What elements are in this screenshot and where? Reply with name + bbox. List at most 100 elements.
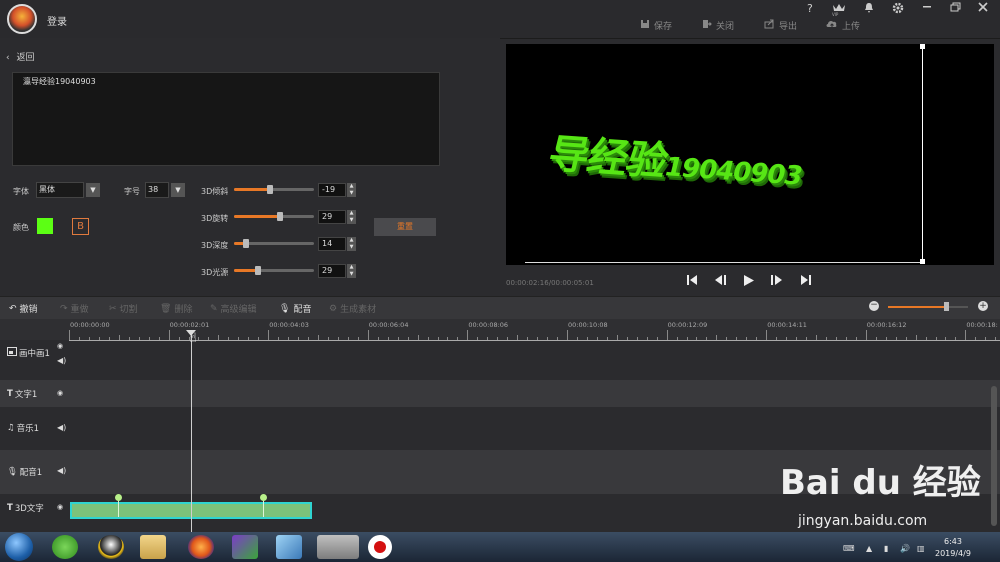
delete-button[interactable]: 🗑 删除 <box>160 302 192 316</box>
help-icon[interactable]: ? <box>807 2 813 15</box>
slider-handle[interactable] <box>255 266 261 275</box>
speaker-icon[interactable]: ◀) <box>57 466 66 475</box>
upload-button[interactable]: 上传 <box>826 19 860 32</box>
firefox-icon[interactable] <box>188 535 214 559</box>
size-select[interactable]: 38 <box>145 182 169 198</box>
qq-icon[interactable] <box>98 535 124 559</box>
media-app-icon[interactable] <box>232 535 258 559</box>
ruler-tick <box>507 337 509 340</box>
window-app-icon[interactable] <box>276 535 302 559</box>
maximize-icon[interactable] <box>950 2 961 15</box>
keyframe-marker[interactable] <box>115 494 122 501</box>
depth-slider[interactable] <box>234 239 314 248</box>
start-button[interactable] <box>5 533 33 561</box>
video-editor-taskbar-icon[interactable] <box>317 535 359 559</box>
light-value[interactable]: 29 <box>318 264 346 278</box>
ruler-tick <box>825 337 827 340</box>
app-360-icon[interactable] <box>52 535 78 559</box>
advanced-edit-label: 高级编辑 <box>220 305 257 315</box>
eye-icon[interactable]: ◉ <box>57 503 63 511</box>
upload-icon <box>826 19 838 32</box>
tray-expand-icon[interactable]: ▲ <box>866 544 872 553</box>
light-slider[interactable] <box>234 266 314 275</box>
tilt-value[interactable]: -19 <box>318 183 346 197</box>
ruler-corner <box>0 319 69 340</box>
volume-icon[interactable]: 🔊 <box>900 544 910 553</box>
speaker-icon[interactable]: ◀) <box>57 356 66 365</box>
file-explorer-icon[interactable] <box>140 535 166 559</box>
exit-button[interactable]: 关闭 <box>702 19 734 32</box>
network-icon[interactable]: ▥ <box>917 544 925 553</box>
zoom-slider-handle[interactable] <box>944 302 949 311</box>
ruler-tick <box>736 337 738 340</box>
crop-handle[interactable] <box>920 259 925 264</box>
redo-label: 重做 <box>70 305 89 315</box>
crop-frame-edge[interactable] <box>922 47 923 262</box>
font-select[interactable]: 黑体 <box>36 182 84 198</box>
login-link[interactable]: 登录 <box>47 13 67 28</box>
export-button[interactable]: 导出 <box>764 19 797 32</box>
ruler-tick <box>716 335 718 340</box>
rotate-value[interactable]: 29 <box>318 210 346 224</box>
step-forward-button[interactable] <box>770 274 784 290</box>
playhead-line[interactable] <box>191 330 192 532</box>
bold-button[interactable]: B <box>72 218 89 235</box>
eye-icon[interactable]: ◉ <box>57 389 63 397</box>
battery-icon[interactable]: ▮ <box>884 544 888 553</box>
speaker-icon[interactable]: ◀) <box>57 423 66 432</box>
generate-material-button[interactable]: ⚙ 生成素材 <box>329 302 376 316</box>
back-label: 返回 <box>16 53 35 63</box>
track-row-pip[interactable] <box>0 341 1000 380</box>
skip-end-button[interactable] <box>800 274 812 290</box>
redo-button[interactable]: ↷ 重做 <box>60 302 89 316</box>
keyframe-marker[interactable] <box>260 494 267 501</box>
rotate-slider[interactable] <box>234 212 314 221</box>
ruler-tick <box>128 337 130 340</box>
reset-button[interactable]: 重置 <box>374 218 436 236</box>
track-row-music[interactable] <box>0 407 1000 450</box>
size-dropdown-icon[interactable]: ▼ <box>171 183 185 197</box>
minimize-icon[interactable] <box>922 0 932 13</box>
rotate-stepper[interactable]: ▲ ▼ <box>347 210 356 224</box>
cut-button[interactable]: ✂ 切割 <box>109 302 138 316</box>
text-input[interactable]: 瀛导经验19040903 <box>12 72 440 166</box>
ruler-tick <box>198 337 200 340</box>
play-button[interactable] <box>743 274 755 291</box>
undo-button[interactable]: ↶ 撤销 <box>9 302 38 316</box>
bell-icon[interactable] <box>864 2 874 17</box>
close-icon[interactable] <box>978 2 988 15</box>
color-label: 颜色 <box>13 223 29 232</box>
depth-value[interactable]: 14 <box>318 237 346 251</box>
color-swatch[interactable] <box>37 218 53 234</box>
slider-handle[interactable] <box>276 212 283 221</box>
skip-start-button[interactable] <box>686 274 698 290</box>
settings-icon[interactable] <box>892 2 904 17</box>
slider-handle[interactable] <box>267 185 273 194</box>
back-button[interactable]: ‹ 返回 <box>6 50 35 63</box>
ruler-time-label: 00:00:04:03 <box>269 321 309 329</box>
keyboard-icon[interactable]: ⌨ <box>843 544 855 553</box>
slider-handle[interactable] <box>243 239 249 248</box>
record-icon[interactable] <box>368 535 392 559</box>
tilt-stepper[interactable]: ▲ ▼ <box>347 183 356 197</box>
crop-handle[interactable] <box>920 44 925 49</box>
advanced-edit-button[interactable]: ✎ 高级编辑 <box>210 302 257 316</box>
depth-stepper[interactable]: ▲ ▼ <box>347 237 356 251</box>
zoom-in-icon[interactable]: + <box>978 301 988 311</box>
light-stepper[interactable]: ▲ ▼ <box>347 264 356 278</box>
track-row-text[interactable] <box>0 380 1000 407</box>
eye-icon[interactable]: ◉ <box>57 342 63 350</box>
save-button[interactable]: 保存 <box>640 19 672 32</box>
crop-frame-bottom[interactable] <box>525 262 922 263</box>
tilt-slider[interactable] <box>234 185 314 194</box>
ruler-tick <box>965 330 967 340</box>
step-back-button[interactable] <box>714 274 728 290</box>
ruler-tick <box>776 337 778 340</box>
zoom-out-icon[interactable]: − <box>869 301 879 311</box>
font-dropdown-icon[interactable]: ▼ <box>86 183 100 197</box>
taskbar-clock[interactable]: 6:43 2019/4/9 <box>935 536 971 560</box>
dubbing-button[interactable]: 🎙 配音 <box>279 302 311 316</box>
text-icon: T <box>7 503 13 513</box>
avatar[interactable] <box>7 4 37 34</box>
timeline-scrollbar[interactable] <box>991 386 997 526</box>
